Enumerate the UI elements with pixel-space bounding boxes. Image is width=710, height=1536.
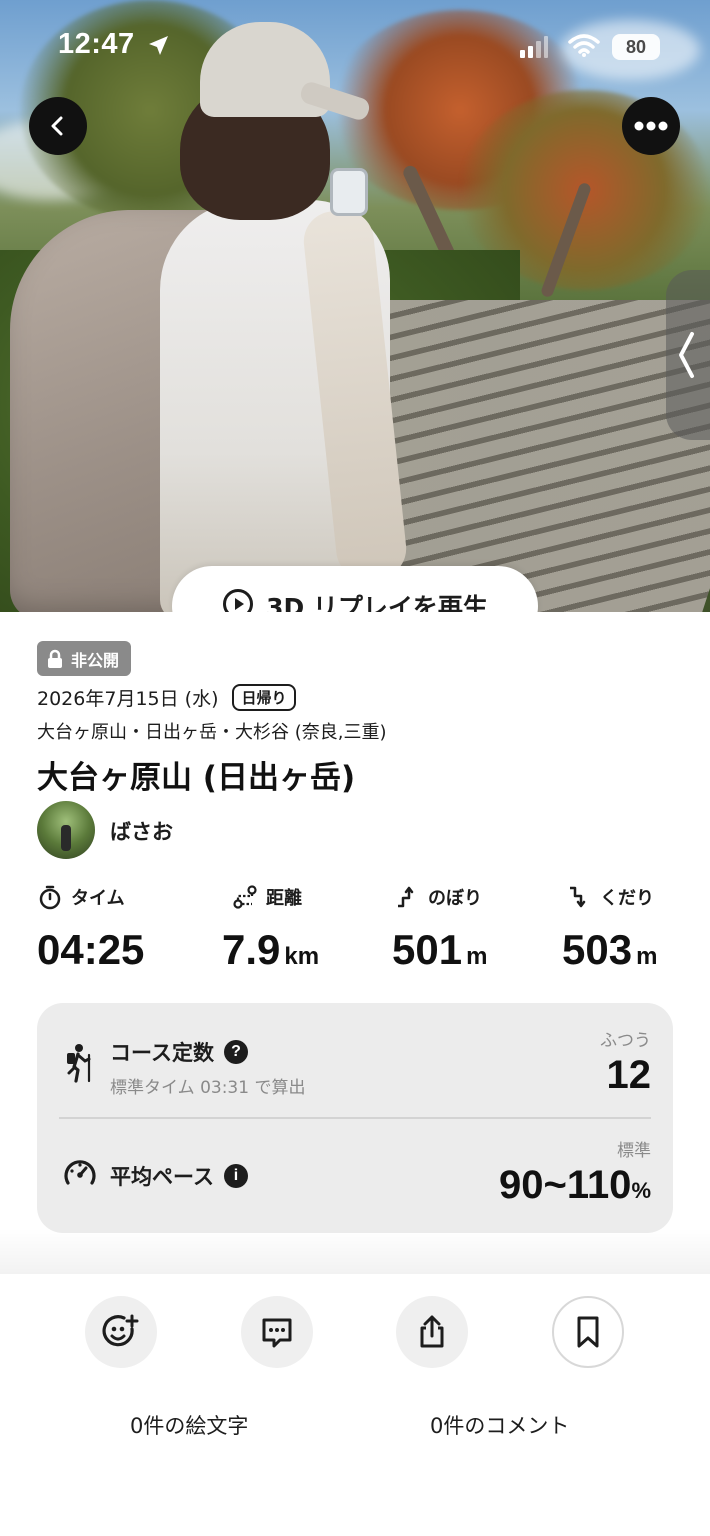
course-constant-level: ふつう [600,1031,651,1051]
course-constant-row[interactable]: コース定数 ? 標準タイム 03:31 で算出 ふつう 12 [37,1003,673,1117]
side-panel-handle[interactable] [666,270,710,440]
stat-ascent-unit: m [466,943,488,970]
stat-descent-value: 503 [562,926,633,973]
stat-distance-label: 距離 [266,888,302,909]
comment-button[interactable] [241,1296,313,1368]
bookmark-button[interactable] [552,1296,624,1368]
3d-replay-label: 3D リプレイを再生 [266,593,488,612]
visibility-label: 非公開 [71,650,120,670]
comment-count[interactable]: 0件のコメント [430,1410,569,1440]
add-emoji-button[interactable] [85,1296,157,1368]
action-bar: 0件の絵文字 0件のコメント [0,1274,710,1536]
3d-replay-button[interactable]: 3D リプレイを再生 [172,566,538,612]
share-button[interactable] [396,1296,468,1368]
trip-type-tag: 日帰り [232,684,296,711]
handheld-device [330,168,368,216]
chevron-left-icon [51,116,63,136]
activity-date: 2026年7月15日 (水) [37,688,219,710]
activity-title: 大台ヶ原山 (日出ヶ岳) [37,760,356,796]
course-constant-value: 12 [606,1053,652,1097]
route-icon [233,885,257,909]
stat-ascent: のぼり 501 m [392,882,487,974]
gauge-icon [64,1160,96,1185]
avatar[interactable] [37,801,95,859]
comment-icon [262,1318,292,1348]
average-pace-unit: % [631,1178,651,1203]
status-time: 12:47 [58,28,135,60]
battery-indicator: 80 [612,34,660,60]
stat-descent-label: くだり [600,888,654,909]
area-name[interactable]: 大台ヶ原山・日出ヶ岳・大杉谷 (奈良,三重) [37,718,387,744]
location-arrow-icon [149,36,168,55]
bookmark-icon [577,1316,599,1348]
help-icon[interactable]: ? [223,1040,248,1064]
stat-distance-unit: km [284,943,320,970]
cellular-signal-icon [520,36,548,58]
average-pace-level: 標準 [617,1141,651,1161]
stat-ascent-label: のぼり [428,888,482,909]
wifi-icon [568,34,600,57]
avatar-figure [61,825,71,851]
average-pace-row[interactable]: 平均ペース i 標準 90~110% [37,1119,673,1233]
stat-ascent-value: 501 [392,926,463,973]
user-name[interactable]: ばさお [110,816,173,846]
ascent-icon [398,886,414,908]
lock-icon [48,649,62,668]
stat-descent: くだり 503 m [562,882,657,974]
stat-time-value: 04:25 [37,926,145,973]
back-button[interactable] [29,97,87,155]
stat-time: タイム 04:25 [37,882,144,974]
chevron-left-icon [679,332,694,378]
average-pace-label: 平均ペース [110,1165,214,1189]
metrics-card: コース定数 ? 標準タイム 03:31 で算出 ふつう 12 平均ペース i 標… [37,1003,673,1233]
activity-photo[interactable]: 12:47 80 3D リプレイを再生 [0,0,710,612]
hiker-icon [67,1044,91,1083]
visibility-badge: 非公開 [37,641,132,676]
course-constant-note: 標準タイム 03:31 で算出 [110,1078,306,1098]
info-icon[interactable]: i [223,1164,248,1188]
stopwatch-icon [39,885,61,910]
stat-descent-unit: m [636,943,658,970]
emoji-add-icon [102,1314,139,1347]
course-constant-label: コース定数 [110,1041,214,1065]
stat-time-label: タイム [71,888,125,909]
activity-info: 非公開 2026年7月15日 (水) 日帰り 大台ヶ原山・日出ヶ岳・大杉谷 (奈… [0,612,710,1272]
section-shadow [0,1228,710,1274]
descent-icon [570,886,586,908]
more-options-button[interactable] [622,97,680,155]
play-circle-icon [223,589,254,612]
stat-distance: 距離 7.9 km [222,882,319,974]
average-pace-value: 90~110 [499,1163,632,1207]
date-line: 2026年7月15日 (水) 日帰り [37,684,296,711]
ellipsis-icon [634,121,668,131]
stat-distance-value: 7.9 [222,926,281,973]
emoji-count[interactable]: 0件の絵文字 [130,1410,248,1440]
share-icon [420,1315,444,1348]
